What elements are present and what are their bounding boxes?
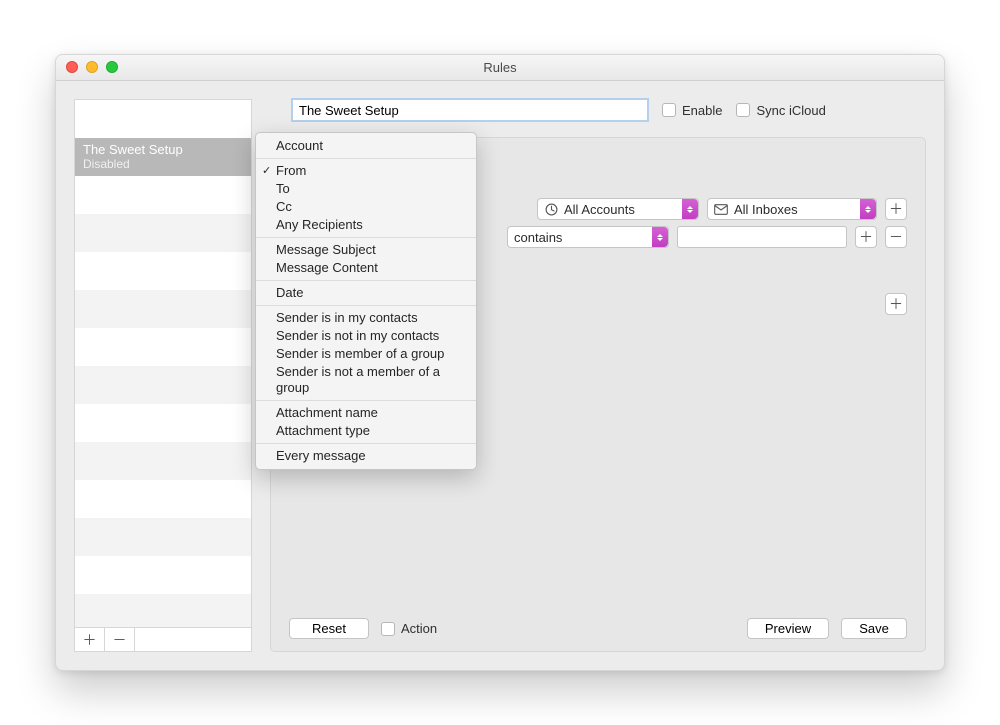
preview-button[interactable]: Preview	[747, 618, 829, 639]
menu-item-every-message[interactable]: Every message	[256, 447, 476, 465]
condition-rows: All Accounts All Inboxes ＋	[507, 198, 907, 248]
stepper-arrows-icon	[682, 199, 698, 219]
stepper-arrows-icon	[860, 199, 876, 219]
mailbox-icon	[714, 202, 728, 216]
menu-item-message-subject[interactable]: Message Subject	[256, 241, 476, 259]
condition-row: All Accounts All Inboxes ＋	[507, 198, 907, 220]
action-checkbox[interactable]: Action	[381, 621, 437, 636]
condition-row: contains ＋ －	[507, 226, 907, 248]
panel-footer: Reset Action Preview Save	[289, 618, 907, 639]
menu-item-cc[interactable]: Cc	[256, 198, 476, 216]
traffic-lights	[66, 61, 118, 73]
stepper-arrows-icon	[652, 227, 668, 247]
menu-item-sender-not-in-contacts[interactable]: Sender is not in my contacts	[256, 327, 476, 345]
add-condition-button[interactable]: ＋	[885, 198, 907, 220]
add-action-button[interactable]: ＋	[885, 293, 907, 315]
operator-popup-label: contains	[514, 230, 562, 245]
rules-list[interactable]: The Sweet Setup Disabled	[74, 99, 252, 628]
checkbox-icon	[736, 103, 750, 117]
save-button[interactable]: Save	[841, 618, 907, 639]
menu-item-sender-in-contacts[interactable]: Sender is in my contacts	[256, 309, 476, 327]
sync-icloud-label: Sync iCloud	[756, 103, 825, 118]
window-title: Rules	[483, 60, 516, 75]
rule-item-status: Disabled	[83, 158, 243, 172]
zoom-window-button[interactable]	[106, 61, 118, 73]
enable-checkbox[interactable]: Enable	[662, 103, 722, 118]
content-area: The Sweet Setup Disabled ＋ － Enable	[56, 81, 944, 670]
menu-item-attachment-type[interactable]: Attachment type	[256, 422, 476, 440]
menu-item-any-recipients[interactable]: Any Recipients	[256, 216, 476, 234]
sidebar-footer: ＋ －	[74, 628, 252, 652]
menu-item-date[interactable]: Date	[256, 284, 476, 302]
condition-value-input[interactable]	[677, 226, 847, 248]
conditions-panel: Account From To Cc Any Recipients Messag…	[270, 137, 926, 652]
checkbox-icon	[381, 622, 395, 636]
menu-item-message-content[interactable]: Message Content	[256, 259, 476, 277]
sidebar: The Sweet Setup Disabled ＋ －	[74, 99, 252, 652]
operator-popup[interactable]: contains	[507, 226, 669, 248]
sync-icloud-checkbox[interactable]: Sync iCloud	[736, 103, 825, 118]
menu-item-to[interactable]: To	[256, 180, 476, 198]
add-condition-button[interactable]: ＋	[855, 226, 877, 248]
menu-item-sender-member-group[interactable]: Sender is member of a group	[256, 345, 476, 363]
rules-window: Rules The Sweet Setup Disabled ＋ －	[55, 54, 945, 671]
accounts-popup[interactable]: All Accounts	[537, 198, 699, 220]
titlebar: Rules	[56, 55, 944, 81]
clock-icon	[544, 202, 558, 216]
rule-item[interactable]: The Sweet Setup Disabled	[75, 138, 251, 176]
rule-editor: Enable Sync iCloud Account From To Cc An…	[270, 99, 926, 652]
reset-button[interactable]: Reset	[289, 618, 369, 639]
menu-item-account[interactable]: Account	[256, 137, 476, 155]
menu-item-attachment-name[interactable]: Attachment name	[256, 404, 476, 422]
remove-condition-button[interactable]: －	[885, 226, 907, 248]
accounts-popup-label: All Accounts	[564, 202, 635, 217]
enable-label: Enable	[682, 103, 722, 118]
mailboxes-popup-label: All Inboxes	[734, 202, 798, 217]
add-rule-button[interactable]: ＋	[75, 628, 105, 651]
menu-item-from[interactable]: From	[256, 162, 476, 180]
rule-item-title: The Sweet Setup	[83, 143, 243, 158]
mailboxes-popup[interactable]: All Inboxes	[707, 198, 877, 220]
minimize-window-button[interactable]	[86, 61, 98, 73]
checkbox-icon	[662, 103, 676, 117]
close-window-button[interactable]	[66, 61, 78, 73]
remove-rule-button[interactable]: －	[105, 628, 135, 651]
condition-field-menu[interactable]: Account From To Cc Any Recipients Messag…	[255, 132, 477, 470]
menu-item-sender-not-member-group[interactable]: Sender is not a member of a group	[256, 363, 476, 397]
rule-name-input[interactable]	[292, 99, 648, 121]
action-label: Action	[401, 621, 437, 636]
